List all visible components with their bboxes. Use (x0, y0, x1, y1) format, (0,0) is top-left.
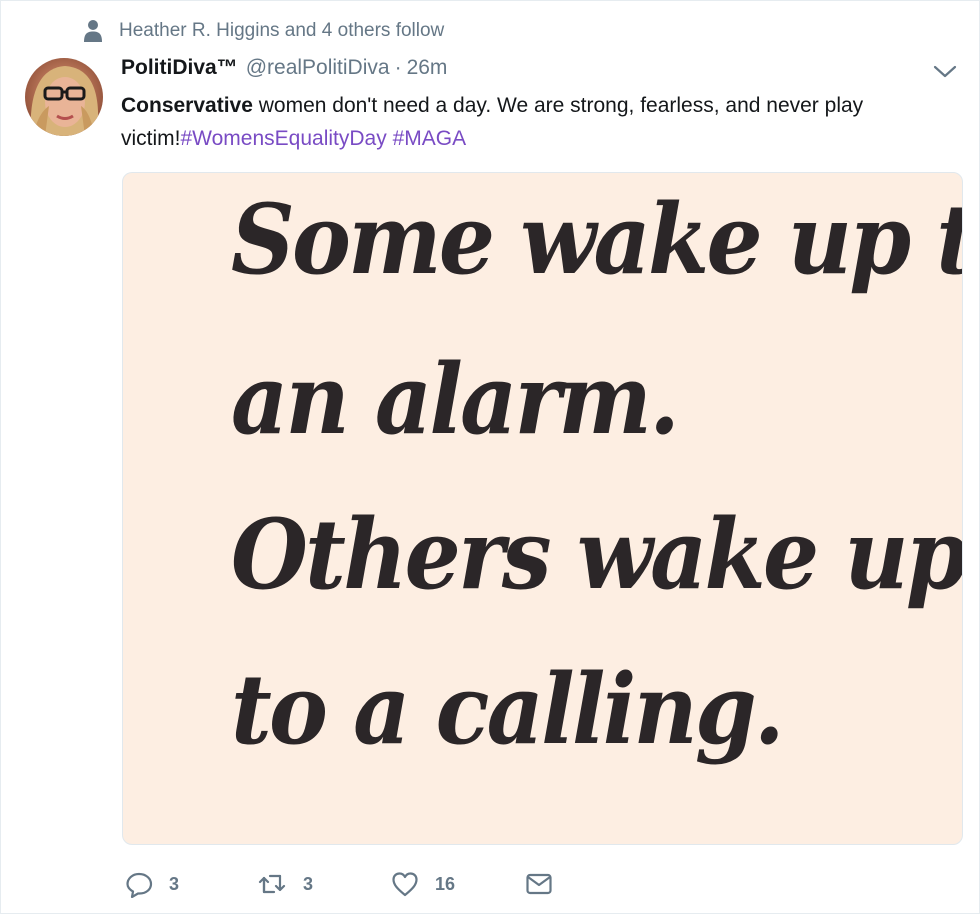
tweet-text-bold: Conservative (121, 94, 253, 117)
retweet-button[interactable]: 3 (257, 870, 391, 898)
like-count: 16 (435, 873, 456, 894)
retweet-icon (257, 870, 287, 898)
direct-message-button[interactable] (525, 871, 553, 897)
tweet-timestamp[interactable]: 26m (407, 56, 448, 80)
hashtag-maga[interactable]: #MAGA (393, 127, 467, 150)
media-text-line: Some wake up to (231, 183, 963, 296)
author-name[interactable]: PolitiDiva™ (121, 56, 238, 80)
media-text-line: to a calling. (231, 653, 785, 766)
social-context-text[interactable]: Heather R. Higgins and 4 others follow (119, 20, 444, 42)
envelope-icon (525, 871, 553, 897)
author-handle[interactable]: @realPolitiDiva (246, 56, 390, 80)
media-text-line: Others wake up (231, 498, 963, 611)
tweet-card[interactable]: Heather R. Higgins and 4 others follow P… (0, 0, 980, 914)
avatar[interactable] (25, 58, 103, 136)
retweet-count: 3 (303, 873, 314, 894)
media-text-line: an alarm. (231, 343, 680, 456)
social-context: Heather R. Higgins and 4 others follow (83, 17, 444, 45)
tweet-text: Conservative women don't need a day. We … (121, 89, 961, 155)
reply-count: 3 (169, 873, 180, 894)
hashtag-womensequalityday[interactable]: #WomensEqualityDay (181, 127, 387, 150)
person-icon (83, 19, 103, 43)
chevron-down-icon[interactable] (931, 61, 959, 81)
tweet-media-image[interactable]: Some wake up to an alarm. Others wake up… (122, 172, 963, 845)
reply-icon (125, 870, 153, 898)
header-separator: · (394, 56, 402, 79)
tweet-actions: 3 3 16 (125, 867, 553, 901)
reply-button[interactable]: 3 (125, 870, 257, 898)
heart-icon (391, 870, 419, 898)
tweet-header: PolitiDiva™ @realPolitiDiva · 26m (121, 56, 447, 86)
like-button[interactable]: 16 (391, 870, 525, 898)
